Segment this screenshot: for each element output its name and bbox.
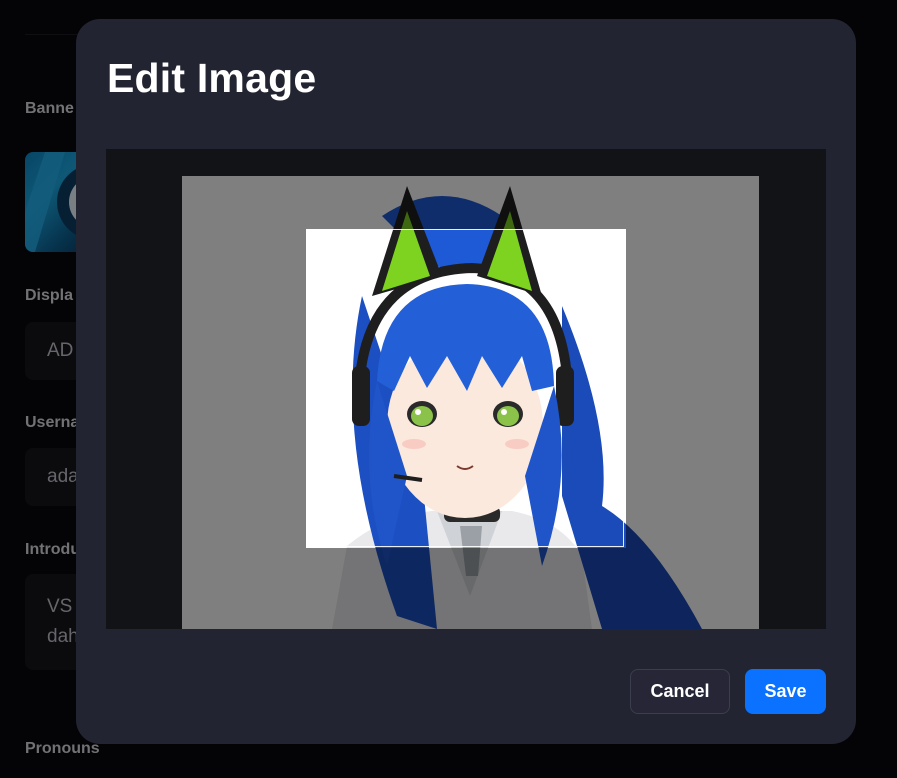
edit-image-dialog: Edit Image Cancel Save — [76, 19, 856, 744]
dialog-title: Edit Image — [107, 55, 317, 101]
image-cropper[interactable] — [106, 149, 826, 629]
save-button[interactable]: Save — [745, 669, 826, 714]
cancel-button[interactable]: Cancel — [630, 669, 730, 714]
crop-selection-box[interactable] — [306, 229, 624, 547]
